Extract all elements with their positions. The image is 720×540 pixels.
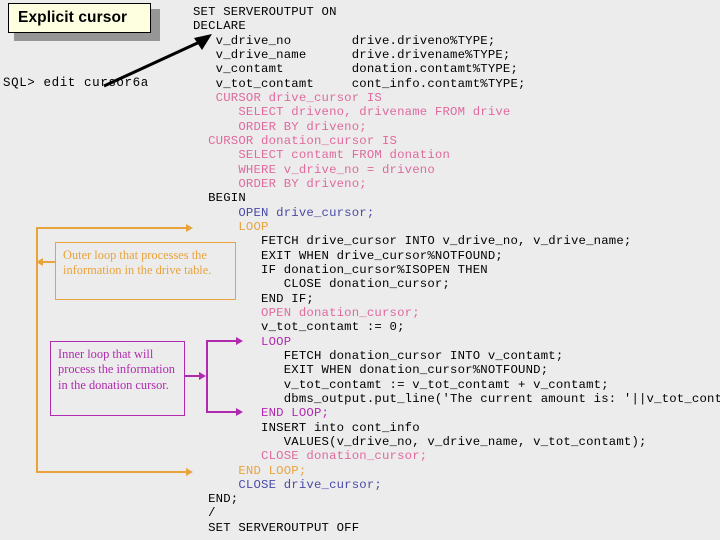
code-token: EXIT WHEN drive_cursor%NOTFOUND; (193, 248, 503, 263)
code-token: FETCH drive_cursor INTO v_drive_no, v_dr… (193, 234, 632, 249)
code-token: / (193, 506, 216, 521)
code-line: v_drive_no drive.driveno%TYPE; (193, 34, 720, 48)
inner-loop-connector-spine (206, 340, 208, 413)
code-line: INSERT into cont_info (193, 421, 720, 435)
code-line: BEGIN (193, 191, 720, 205)
code-line: CURSOR drive_cursor IS (193, 91, 720, 105)
code-line: SET SERVEROUTPUT ON (193, 5, 720, 19)
code-token: v_tot_contamt := 0; (193, 320, 405, 335)
code-line: LOOP (193, 335, 720, 349)
code-line: OPEN donation_cursor; (193, 306, 720, 320)
code-line: / (193, 506, 720, 520)
code-token: OPEN drive_cursor; (193, 205, 375, 220)
code-token: INSERT into cont_info (193, 420, 420, 435)
code-token: DECLARE (193, 19, 246, 34)
outer-loop-note: Outer loop that processes the informatio… (55, 242, 236, 300)
code-line: SET SERVEROUTPUT OFF (193, 521, 720, 535)
page-title: Explicit cursor (18, 9, 128, 26)
code-line: v_contamt donation.contamt%TYPE; (193, 62, 720, 76)
code-line: EXIT WHEN donation_cursor%NOTFOUND; (193, 363, 720, 377)
inner-loop-note: Inner loop that will process the informa… (50, 341, 185, 416)
code-line: FETCH drive_cursor INTO v_drive_no, v_dr… (193, 234, 720, 248)
code-token: IF donation_cursor%ISOPEN THEN (193, 262, 488, 277)
code-token: END LOOP; (193, 463, 307, 478)
code-token: VALUES(v_drive_no, v_drive_name, v_tot_c… (193, 434, 647, 449)
inner-loop-note-arrow-icon (199, 372, 206, 380)
code-line: v_tot_contamt cont_info.contamt%TYPE; (193, 77, 720, 91)
code-line: OPEN drive_cursor; (193, 206, 720, 220)
code-token: WHERE v_drive_no = driveno (193, 162, 435, 177)
code-line: SELECT contamt FROM donation (193, 148, 720, 162)
code-line: CURSOR donation_cursor IS (193, 134, 720, 148)
outer-loop-connector-bottom (36, 471, 188, 473)
slide-canvas: Explicit cursor SQL> edit cursor6a SET S… (0, 0, 720, 540)
outer-loop-connector-top (36, 227, 188, 229)
sql-prompt-line: SQL> edit cursor6a (3, 76, 149, 90)
code-line: SELECT driveno, drivename FROM drive (193, 105, 720, 119)
title-callout: Explicit cursor (8, 3, 151, 33)
code-line: v_tot_contamt := 0; (193, 320, 720, 334)
outer-loop-note-arrow-icon (36, 258, 43, 266)
code-listing: SET SERVEROUTPUT ON DECLARE v_drive_no dr… (193, 5, 720, 535)
code-token: END LOOP; (193, 406, 330, 421)
code-line: CLOSE drive_cursor; (193, 478, 720, 492)
code-token: SET SERVEROUTPUT OFF (193, 520, 360, 535)
code-line: END; (193, 492, 720, 506)
code-line: EXIT WHEN drive_cursor%NOTFOUND; (193, 249, 720, 263)
code-line: IF donation_cursor%ISOPEN THEN (193, 263, 720, 277)
code-token: SELECT contamt FROM donation (193, 148, 451, 163)
code-token: CURSOR drive_cursor IS (193, 90, 382, 105)
code-line: END IF; (193, 292, 720, 306)
code-line: ORDER BY driveno; (193, 177, 720, 191)
outer-loop-arrow-bottom-icon (186, 468, 193, 476)
code-token: EXIT WHEN donation_cursor%NOTFOUND; (193, 363, 549, 378)
code-line: DECLARE (193, 19, 720, 33)
code-line: v_drive_name drive.drivename%TYPE; (193, 48, 720, 62)
code-token: SELECT driveno, drivename FROM drive (193, 105, 511, 120)
code-token: v_tot_contamt := v_tot_contamt + v_conta… (193, 377, 609, 392)
code-line: FETCH donation_cursor INTO v_contamt; (193, 349, 720, 363)
code-token: ORDER BY driveno; (193, 176, 367, 191)
code-line: ORDER BY driveno; (193, 120, 720, 134)
code-token: END; (193, 492, 239, 507)
code-token: v_drive_no drive.driveno%TYPE; (193, 33, 496, 48)
outer-loop-note-connector (42, 261, 56, 263)
inner-loop-connector-top (206, 340, 238, 342)
code-token: ORDER BY driveno; (193, 119, 367, 134)
outer-loop-arrow-top-icon (186, 224, 193, 232)
code-token: v_drive_name drive.drivename%TYPE; (193, 47, 511, 62)
code-line: WHERE v_drive_no = driveno (193, 163, 720, 177)
code-line: v_tot_contamt := v_tot_contamt + v_conta… (193, 378, 720, 392)
code-token: v_tot_contamt cont_info.contamt%TYPE; (193, 76, 526, 91)
code-line: END LOOP; (193, 464, 720, 478)
code-token: LOOP (193, 219, 269, 234)
inner-loop-arrow-top-icon (236, 337, 243, 345)
code-token: v_contamt donation.contamt%TYPE; (193, 62, 519, 77)
code-token: CLOSE drive_cursor; (193, 477, 382, 492)
inner-loop-connector-bottom (206, 411, 238, 413)
code-line: VALUES(v_drive_no, v_drive_name, v_tot_c… (193, 435, 720, 449)
code-token: BEGIN (193, 191, 246, 206)
code-line: END LOOP; (193, 406, 720, 420)
code-line: dbms_output.put_line('The current amount… (193, 392, 720, 406)
code-line: LOOP (193, 220, 720, 234)
code-token: SET SERVEROUTPUT ON (193, 5, 337, 19)
code-token: CLOSE donation_cursor; (193, 449, 428, 464)
code-token: dbms_output.put_line('The current amount… (193, 391, 720, 406)
code-line: CLOSE donation_cursor; (193, 449, 720, 463)
code-token: FETCH donation_cursor INTO v_contamt; (193, 348, 564, 363)
code-token: CURSOR donation_cursor IS (193, 133, 398, 148)
code-line: CLOSE donation_cursor; (193, 277, 720, 291)
code-token: OPEN donation_cursor; (193, 305, 420, 320)
inner-loop-arrow-bottom-icon (236, 408, 243, 416)
